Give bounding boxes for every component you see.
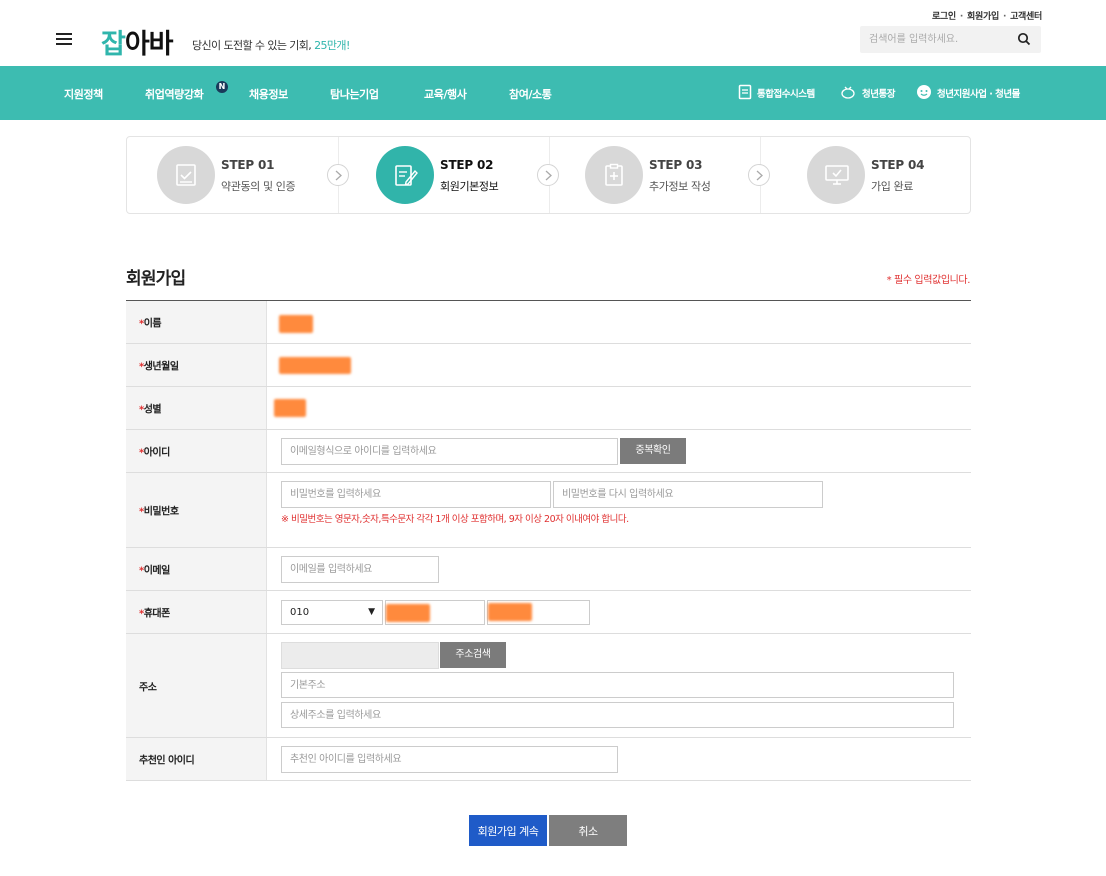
- cancel-button[interactable]: 취소: [549, 815, 627, 846]
- field-label: 휴대폰: [143, 608, 171, 620]
- field-label: 이메일: [143, 565, 171, 577]
- field-label: 비밀번호: [143, 506, 179, 518]
- step-number: STEP 02: [440, 158, 494, 172]
- step-label: 회원기본정보: [440, 180, 499, 193]
- login-link[interactable]: 로그인: [932, 12, 956, 22]
- top-links: 로그인 · 회원가입 · 고객센터: [931, 12, 1042, 22]
- form-row-name: *이름: [126, 301, 971, 344]
- search-box: [860, 26, 1041, 53]
- field-label: 생년월일: [143, 361, 179, 373]
- clipboard-plus-icon: [605, 163, 623, 186]
- phone-last-input[interactable]: [487, 600, 590, 625]
- chevron-right-icon: [748, 164, 770, 186]
- address-basic-input[interactable]: [281, 672, 954, 698]
- step-3: STEP 03 추가정보 작성: [555, 137, 766, 213]
- password-input[interactable]: [281, 481, 551, 508]
- edit-form-icon: [395, 165, 418, 186]
- phone-prefix-select[interactable]: 010 ▼: [281, 600, 383, 625]
- field-label: 이름: [143, 318, 162, 330]
- document-check-icon: [176, 164, 196, 186]
- nav-item-capacity[interactable]: 취업역량강화: [145, 86, 204, 102]
- document-icon: [738, 84, 752, 100]
- step-label: 추가정보 작성: [649, 180, 711, 193]
- tagline: 당신이 도전할 수 있는 기회, 25만개!: [192, 39, 350, 52]
- field-label: 아이디: [143, 447, 171, 459]
- main-nav: 지원정책 취업역량강화 N 채용정보 탐나는기업 교육/행사 참여/소통 통합접…: [0, 66, 1106, 120]
- form-row-gender: *성별: [126, 387, 971, 430]
- signup-link[interactable]: 회원가입: [967, 12, 999, 22]
- step-number: STEP 04: [871, 158, 925, 172]
- nav-link-youth-account[interactable]: 청년통장: [862, 86, 895, 100]
- new-badge: N: [216, 81, 228, 93]
- nav-item-jobs[interactable]: 채용정보: [249, 86, 288, 102]
- caret-down-icon: ▼: [368, 607, 375, 617]
- step-number: STEP 03: [649, 158, 703, 172]
- field-label: 주소: [139, 682, 157, 693]
- redacted-value: [279, 357, 351, 374]
- monitor-check-icon: [825, 165, 849, 185]
- step-label: 가입 완료: [871, 180, 913, 193]
- address-search-button[interactable]: 주소검색: [440, 642, 506, 668]
- nav-item-companies[interactable]: 탐나는기업: [330, 86, 379, 102]
- nav-link-youth-support[interactable]: 청년지원사업 · 청년몰: [937, 86, 1020, 100]
- nav-item-policy[interactable]: 지원정책: [64, 86, 103, 102]
- smile-face-icon: [917, 85, 931, 99]
- step-2: STEP 02 회원기본정보: [346, 137, 557, 213]
- page-title: 회원가입: [126, 269, 186, 289]
- step-number: STEP 01: [221, 158, 275, 172]
- form-row-referrer: 추천인 아이디: [126, 738, 971, 781]
- nav-link-integrated-system[interactable]: 통합접수시스템: [757, 86, 815, 100]
- piggy-bank-icon: [841, 86, 855, 99]
- redacted-value: [274, 399, 306, 417]
- email-input[interactable]: [281, 556, 439, 583]
- required-note: * 필수 입력값입니다.: [886, 275, 971, 286]
- nav-item-education[interactable]: 교육/행사: [424, 86, 467, 102]
- nav-item-community[interactable]: 참여/소통: [509, 86, 552, 102]
- zipcode-input: [281, 642, 439, 669]
- password-confirm-input[interactable]: [553, 481, 823, 508]
- step-label: 약관동의 및 인증: [221, 180, 296, 193]
- address-detail-input[interactable]: [281, 702, 954, 728]
- id-input[interactable]: [281, 438, 618, 465]
- form-row-id: *아이디 중복확인: [126, 430, 971, 473]
- form-row-password: *비밀번호 ※ 비밀번호는 영문자,숫자,특수문자 각각 1개 이상 포함하며,…: [126, 473, 971, 548]
- form-row-birth: *생년월일: [126, 344, 971, 387]
- form-row-phone: *휴대폰 010 ▼: [126, 591, 971, 634]
- signup-form: *이름 *생년월일 *성별 *아이디 중복확인 *비밀번호 ※ 비밀번호는 영문…: [126, 300, 971, 781]
- menu-icon[interactable]: [56, 33, 72, 45]
- logo[interactable]: 잡아바: [101, 22, 174, 61]
- check-duplicate-button[interactable]: 중복확인: [620, 438, 686, 464]
- form-row-address: 주소 주소검색: [126, 634, 971, 738]
- search-input[interactable]: [860, 26, 1010, 53]
- field-label: 성별: [143, 404, 162, 416]
- form-row-email: *이메일: [126, 548, 971, 591]
- password-rule-warning: ※ 비밀번호는 영문자,숫자,특수문자 각각 1개 이상 포함하며, 9자 이상…: [281, 514, 629, 525]
- referrer-id-input[interactable]: [281, 746, 618, 773]
- phone-middle-input[interactable]: [385, 600, 485, 625]
- signup-steps: STEP 01 약관동의 및 인증 STEP 02 회원기본정보 STEP 03…: [126, 136, 971, 214]
- step-1: STEP 01 약관동의 및 인증: [127, 137, 338, 213]
- search-icon[interactable]: [1017, 32, 1031, 46]
- field-label: 추천인 아이디: [139, 755, 195, 767]
- redacted-value: [279, 315, 313, 333]
- customer-center-link[interactable]: 고객센터: [1010, 12, 1042, 22]
- continue-signup-button[interactable]: 회원가입 계속: [469, 815, 547, 846]
- step-4: STEP 04 가입 완료: [777, 137, 988, 213]
